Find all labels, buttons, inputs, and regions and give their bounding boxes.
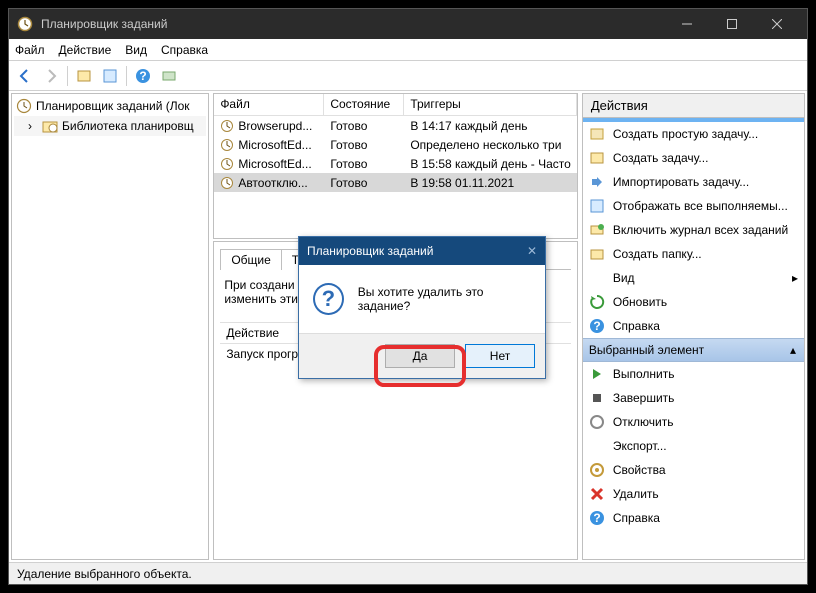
action-item[interactable]: Вид▸	[583, 266, 804, 290]
task-row[interactable]: MicrosoftEd... Готово Определено несколь…	[214, 135, 577, 154]
menu-file[interactable]: Файл	[15, 43, 45, 57]
expand-icon[interactable]: ›	[28, 119, 38, 133]
app-icon	[17, 16, 33, 32]
folder-clock-icon	[42, 118, 58, 134]
action-sub-item[interactable]: Завершить	[583, 386, 804, 410]
action-sub-item[interactable]: Отключить	[583, 410, 804, 434]
col-state[interactable]: Состояние	[324, 94, 404, 115]
col-triggers[interactable]: Триггеры	[404, 94, 577, 115]
confirm-dialog: Планировщик заданий ✕ ? Вы хотите удалит…	[298, 236, 546, 379]
maximize-button[interactable]	[709, 9, 754, 39]
tree-root-label: Планировщик заданий (Лок	[36, 99, 190, 113]
window-title: Планировщик заданий	[41, 17, 664, 31]
toolbar: ?	[9, 61, 807, 91]
toolbar-icon-3[interactable]	[157, 64, 181, 88]
action-subheader: Выбранный элемент▴	[583, 338, 804, 362]
tree-library[interactable]: › Библиотека планировщ	[14, 116, 206, 136]
help-icon[interactable]: ?	[131, 64, 155, 88]
action-item[interactable]: Создать простую задачу...	[583, 122, 804, 146]
menubar: Файл Действие Вид Справка	[9, 39, 807, 61]
tree-library-label: Библиотека планировщ	[62, 119, 194, 133]
col-file[interactable]: Файл	[214, 94, 324, 115]
menu-help[interactable]: Справка	[161, 43, 208, 57]
tab-general[interactable]: Общие	[220, 249, 281, 270]
close-button[interactable]	[754, 9, 799, 39]
status-text: Удаление выбранного объекта.	[17, 567, 192, 581]
actions-pane: Действия Создать простую задачу...Создат…	[582, 93, 805, 560]
action-item[interactable]: Создать папку...	[583, 242, 804, 266]
question-icon: ?	[313, 283, 344, 315]
dialog-title: Планировщик заданий	[307, 244, 433, 258]
action-sub-item[interactable]: ?Справка	[583, 506, 804, 530]
action-item[interactable]: Отображать все выполняемы...	[583, 194, 804, 218]
menu-view[interactable]: Вид	[125, 43, 147, 57]
action-sub-item[interactable]: Удалить	[583, 482, 804, 506]
minimize-button[interactable]	[664, 9, 709, 39]
tree-pane[interactable]: Планировщик заданий (Лок › Библиотека пл…	[11, 93, 209, 560]
dialog-close-icon[interactable]: ✕	[527, 244, 537, 258]
menu-action[interactable]: Действие	[59, 43, 112, 57]
toolbar-icon-1[interactable]	[72, 64, 96, 88]
action-item[interactable]: Обновить	[583, 290, 804, 314]
forward-button[interactable]	[39, 64, 63, 88]
back-button[interactable]	[13, 64, 37, 88]
tree-root[interactable]: Планировщик заданий (Лок	[14, 96, 206, 116]
action-item[interactable]: ?Справка	[583, 314, 804, 338]
dialog-message: Вы хотите удалить это задание?	[358, 285, 531, 313]
clock-icon	[16, 98, 32, 114]
action-sub-item[interactable]: Экспорт...	[583, 434, 804, 458]
svg-text:?: ?	[593, 319, 600, 333]
task-row[interactable]: MicrosoftEd... Готово В 15:58 каждый ден…	[214, 154, 577, 173]
yes-button[interactable]: Да	[385, 344, 455, 368]
action-item[interactable]: Создать задачу...	[583, 146, 804, 170]
svg-text:?: ?	[139, 69, 146, 83]
action-item[interactable]: Импортировать задачу...	[583, 170, 804, 194]
svg-text:?: ?	[593, 511, 600, 525]
task-row[interactable]: Автоотклю... Готово В 19:58 01.11.2021	[214, 173, 577, 192]
actions-header: Действия	[583, 94, 804, 118]
task-row[interactable]: Browserupd... Готово В 14:17 каждый день	[214, 116, 577, 135]
dialog-titlebar: Планировщик заданий ✕	[299, 237, 545, 265]
task-list[interactable]: Файл Состояние Триггеры Browserupd... Го…	[213, 93, 578, 239]
toolbar-icon-2[interactable]	[98, 64, 122, 88]
action-item[interactable]: Включить журнал всех заданий	[583, 218, 804, 242]
statusbar: Удаление выбранного объекта.	[9, 562, 807, 584]
action-sub-item[interactable]: Свойства	[583, 458, 804, 482]
titlebar: Планировщик заданий	[9, 9, 807, 39]
action-sub-item[interactable]: Выполнить	[583, 362, 804, 386]
no-button[interactable]: Нет	[465, 344, 535, 368]
